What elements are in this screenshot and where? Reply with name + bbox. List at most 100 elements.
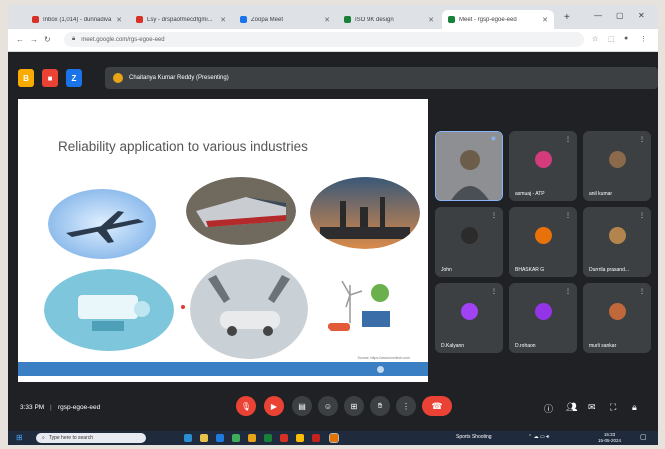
camera-off-icon: ▶ — [270, 401, 278, 411]
meeting-time: 3:33 PM — [20, 404, 45, 411]
tab-title: ISO 9K design — [355, 16, 394, 23]
new-tab-button[interactable]: + — [564, 12, 570, 23]
extensions-icon[interactable]: ⬚ — [608, 35, 615, 43]
host-controls-icon[interactable]: 🔒︎ — [632, 402, 637, 413]
close-tab-icon[interactable]: ✕ — [428, 16, 434, 24]
participant-tile[interactable]: ⋮ asmuaj - ATP — [509, 131, 577, 201]
more-options-icon[interactable]: ⋮ — [491, 212, 497, 219]
train-image — [186, 177, 296, 245]
more-options-icon[interactable]: ⋮ — [639, 212, 645, 219]
more-options-icon[interactable]: ⋮ — [491, 288, 497, 295]
windows-start-icon[interactable]: ⊞ — [16, 433, 23, 442]
participant-tile[interactable]: ⋮ John — [435, 207, 503, 277]
separator: | — [50, 404, 52, 411]
avatar — [461, 227, 478, 244]
maximize-button[interactable]: ▢ — [616, 11, 624, 20]
leave-call-button[interactable]: ☎︎ — [422, 396, 452, 416]
taskview-icon[interactable] — [184, 434, 192, 442]
profile-icon[interactable]: ● — [624, 35, 628, 42]
close-window-button[interactable]: ✕ — [638, 11, 645, 20]
participant-name: anil kumar — [589, 191, 613, 197]
minimize-button[interactable]: — — [594, 11, 602, 20]
forward-icon[interactable]: → — [30, 35, 38, 44]
meet-icon — [448, 16, 455, 23]
presenter-label: Chaitanya Kumar Reddy (Presenting) — [129, 75, 229, 81]
participant-tile[interactable]: ⋮ D.rohaon — [509, 283, 577, 353]
browser-tab-strip: Inbox (1,014) - dunnadiva ✕ Lsy - drspao… — [8, 5, 658, 29]
lock-icon: 🔒︎ — [72, 36, 76, 42]
browser-tab-2[interactable]: Lsy - drspaofmecdfgmi... ✕ — [130, 10, 232, 29]
more-options-icon[interactable]: ⋮ — [565, 136, 571, 143]
recording-button[interactable]: ■ — [42, 69, 58, 87]
captions-button[interactable]: ▤ — [292, 396, 312, 416]
participant-name: murli sankar — [589, 343, 617, 349]
more-options-icon[interactable]: ⋮ — [639, 136, 645, 143]
chrome-icon[interactable] — [296, 434, 304, 442]
chat-icon[interactable]: ✉︎ — [588, 402, 596, 413]
more-options-icon[interactable]: ⋮ — [565, 288, 571, 295]
participant-tile[interactable]: ⋮ murli sankar — [583, 283, 651, 353]
edge-icon[interactable] — [216, 434, 224, 442]
gmail-icon — [32, 16, 39, 23]
bullet-dot — [181, 305, 185, 309]
taskbar-weather: Sports Shooting — [456, 434, 492, 440]
phone-hangup-icon: ☎︎ — [431, 400, 443, 411]
mic-off-button[interactable]: 🎙︎ — [236, 396, 256, 416]
more-options-button[interactable]: ⋮ — [396, 396, 416, 416]
emoji-button[interactable]: ☺ — [318, 396, 338, 416]
browser-tab-1[interactable]: Inbox (1,014) - dunnadiva ✕ — [26, 10, 128, 29]
presentation-slide: Reliability application to various indus… — [18, 99, 428, 382]
screen: Inbox (1,014) - dunnadiva ✕ Lsy - drspao… — [8, 5, 658, 445]
slide-footer-band — [18, 362, 428, 376]
presenter-banner: Chaitanya Kumar Reddy (Presenting) — [105, 67, 658, 89]
camera-off-button[interactable]: ▶ — [264, 396, 284, 416]
participant-tile-self[interactable]: ◉ — [435, 131, 503, 201]
close-tab-icon[interactable]: ✕ — [116, 16, 122, 24]
star-icon[interactable]: ☆ — [592, 35, 598, 43]
meeting-code: rgsp-egoe-eed — [58, 404, 101, 411]
hand-icon: ✋︎ — [377, 401, 383, 410]
back-icon[interactable]: ← — [16, 35, 24, 44]
app-icon[interactable] — [312, 434, 320, 442]
activity-button[interactable]: B — [18, 69, 34, 87]
address-bar[interactable]: 🔒︎ meet.google.com/rgs-egoe-eed — [64, 32, 584, 47]
captions-icon: ▤ — [298, 401, 306, 411]
info-icon[interactable]: ⓘ — [544, 402, 553, 415]
app-icon[interactable] — [248, 434, 256, 442]
site-icon — [344, 16, 351, 23]
browser-tab-4[interactable]: ISO 9K design ✕ — [338, 10, 440, 29]
present-button[interactable]: ⊞ — [344, 396, 364, 416]
notifications-icon[interactable]: ▢ — [640, 433, 647, 441]
reload-icon[interactable]: ↻ — [44, 35, 51, 44]
participant-tile[interactable]: ⋮ BHASKAR G — [509, 207, 577, 277]
more-options-icon[interactable]: ⋮ — [639, 288, 645, 295]
tray-icons[interactable]: ⌃ ☁ ▭ 🔊︎ — [528, 434, 549, 440]
participant-tile[interactable]: ⋮ D.Kalyann — [435, 283, 503, 353]
store-icon[interactable] — [232, 434, 240, 442]
more-options-icon[interactable]: ⋮ — [565, 212, 571, 219]
renewable-energy-image — [320, 273, 410, 343]
avatar — [609, 303, 626, 320]
browser-tab-meet-active[interactable]: Meet - rgsp-egoe-eed ✕ — [442, 10, 554, 29]
close-tab-icon[interactable]: ✕ — [220, 16, 226, 24]
participant-tile[interactable]: ⋮ Durrrila prasand... — [583, 207, 651, 277]
mic-off-icon: 🎙︎ — [240, 401, 252, 411]
active-app-icon[interactable] — [329, 433, 339, 443]
close-tab-icon[interactable]: ✕ — [324, 16, 330, 24]
tab-title: Inbox (1,014) - dunnadiva — [43, 16, 112, 23]
browser-tab-3[interactable]: Zoopa Meet ✕ — [234, 10, 336, 29]
medical-lab-image — [44, 269, 174, 351]
slide-caption: Source: https://www.iomitech.com — [357, 356, 410, 360]
raise-hand-button[interactable]: ✋︎ — [370, 396, 390, 416]
menu-icon[interactable]: ⋮ — [640, 35, 647, 43]
close-tab-icon[interactable]: ✕ — [542, 16, 548, 24]
participant-tile[interactable]: ⋮ anil kumar — [583, 131, 651, 201]
taskbar-search[interactable]: ⌕ Type here to search — [36, 433, 146, 443]
activities-icon[interactable]: ⛶ — [610, 402, 616, 413]
powerpoint-icon[interactable] — [280, 434, 288, 442]
taskbar-clock[interactable]: 15:33 15-05-2024 — [598, 432, 621, 444]
people-icon[interactable]: 👥︎ — [566, 402, 577, 413]
extension-button[interactable]: Z — [66, 69, 82, 87]
file-explorer-icon[interactable] — [200, 434, 208, 442]
excel-icon[interactable] — [264, 434, 272, 442]
